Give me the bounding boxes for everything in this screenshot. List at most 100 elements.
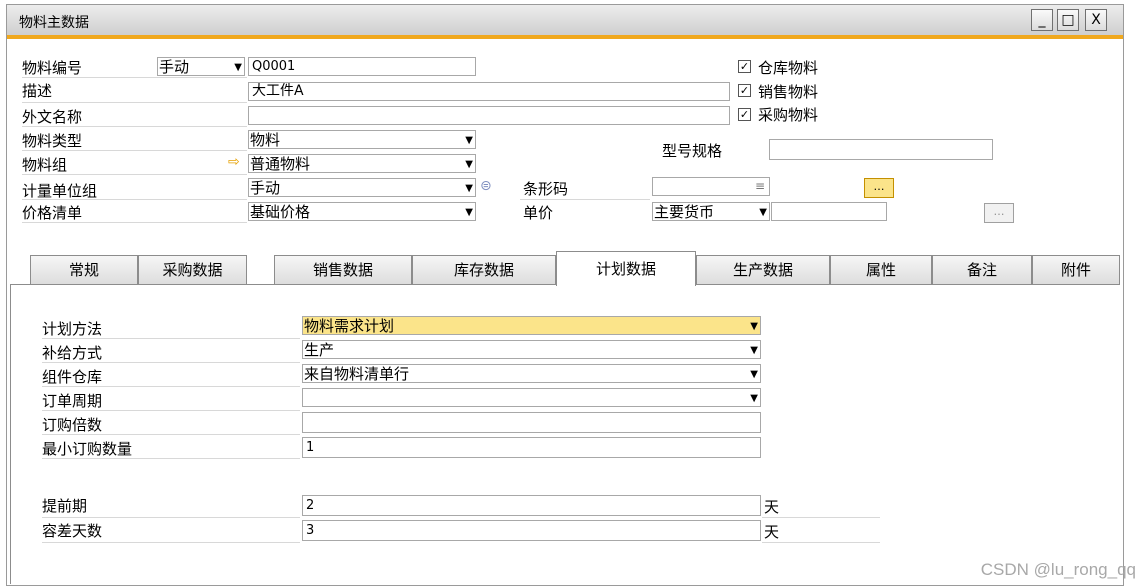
procurement-method-value: 生产 bbox=[304, 341, 335, 359]
divider bbox=[22, 126, 247, 127]
tolerance-days-field[interactable]: 3 bbox=[302, 520, 761, 541]
inventory-item-checkbox[interactable]: ✓ bbox=[738, 60, 751, 73]
price-list-select[interactable]: 基础价格 ▼ bbox=[248, 202, 476, 221]
close-button[interactable]: X bbox=[1085, 9, 1107, 31]
chevron-down-icon: ▼ bbox=[759, 207, 767, 218]
item-no-field[interactable]: Q0001 bbox=[248, 57, 476, 76]
divider bbox=[42, 542, 300, 543]
tab-planning[interactable]: 计划数据 bbox=[556, 251, 696, 286]
uom-group-label: 计量单位组 bbox=[22, 182, 98, 200]
unit-price-ellipsis-button[interactable]: … bbox=[984, 203, 1014, 223]
item-no-mode-value: 手动 bbox=[159, 58, 190, 76]
order-interval-label: 订单周期 bbox=[42, 392, 103, 410]
divider bbox=[22, 174, 247, 175]
divider bbox=[762, 517, 880, 518]
procurement-method-label: 补给方式 bbox=[42, 344, 103, 362]
lead-time-field[interactable]: 2 bbox=[302, 495, 761, 516]
planning-method-value: 物料需求计划 bbox=[304, 317, 395, 335]
unit-price-field[interactable] bbox=[771, 202, 887, 221]
item-group-select[interactable]: 普通物料 ▼ bbox=[248, 154, 476, 173]
divider bbox=[42, 410, 300, 411]
purchase-item-checkbox[interactable]: ✓ bbox=[738, 108, 751, 121]
barcode-label: 条形码 bbox=[523, 180, 569, 198]
item-type-select[interactable]: 物料 ▼ bbox=[248, 130, 476, 149]
component-warehouse-value: 来自物料清单行 bbox=[304, 365, 410, 383]
tab-inventory[interactable]: 库存数据 bbox=[412, 255, 556, 285]
min-order-qty-field[interactable]: 1 bbox=[302, 437, 761, 458]
component-warehouse-select[interactable]: 来自物料清单行 ▼ bbox=[302, 364, 761, 383]
uom-group-value: 手动 bbox=[250, 179, 281, 197]
item-group-label: 物料组 bbox=[22, 156, 68, 174]
list-info-icon[interactable]: ⊜ bbox=[480, 178, 492, 194]
unit-price-currency-select[interactable]: 主要货币 ▼ bbox=[652, 202, 770, 221]
order-multiple-label: 订购倍数 bbox=[42, 416, 103, 434]
divider bbox=[22, 199, 247, 200]
divider bbox=[22, 222, 247, 223]
chevron-down-icon: ▼ bbox=[750, 345, 758, 356]
description-field[interactable]: 大工件A bbox=[248, 82, 730, 101]
divider bbox=[520, 199, 650, 200]
divider bbox=[762, 542, 880, 543]
foreign-name-label: 外文名称 bbox=[22, 108, 83, 126]
order-multiple-field[interactable] bbox=[302, 412, 761, 433]
maximize-button[interactable]: □ bbox=[1057, 9, 1079, 31]
procurement-method-select[interactable]: 生产 ▼ bbox=[302, 340, 761, 359]
divider bbox=[22, 102, 247, 103]
inventory-item-label: 仓库物料 bbox=[758, 59, 819, 77]
sales-item-checkbox[interactable]: ✓ bbox=[738, 84, 751, 97]
tab-production[interactable]: 生产数据 bbox=[696, 255, 830, 285]
description-label: 描述 bbox=[22, 82, 53, 100]
title-bar[interactable]: 物料主数据 _ □ X bbox=[7, 5, 1123, 39]
divider bbox=[42, 338, 300, 339]
tab-properties[interactable]: 属性 bbox=[830, 255, 932, 285]
planning-method-select[interactable]: 物料需求计划 ▼ bbox=[302, 316, 761, 335]
item-type-label: 物料类型 bbox=[22, 132, 83, 150]
tab-purchasing[interactable]: 采购数据 bbox=[138, 255, 247, 285]
window-title: 物料主数据 bbox=[19, 15, 89, 31]
unit-price-label: 单价 bbox=[523, 204, 554, 222]
tab-attachments[interactable]: 附件 bbox=[1032, 255, 1120, 285]
divider bbox=[42, 517, 300, 518]
purchase-item-label: 采购物料 bbox=[758, 106, 819, 124]
divider bbox=[22, 150, 247, 151]
lead-time-label: 提前期 bbox=[42, 497, 88, 515]
barcode-field[interactable]: ≡ bbox=[652, 177, 770, 196]
uom-group-select[interactable]: 手动 ▼ bbox=[248, 178, 476, 197]
divider bbox=[22, 77, 247, 78]
item-type-value: 物料 bbox=[250, 131, 281, 149]
foreign-name-field[interactable] bbox=[248, 106, 730, 125]
tolerance-days-label: 容差天数 bbox=[42, 522, 103, 540]
chevron-down-icon: ▼ bbox=[750, 369, 758, 380]
chevron-down-icon: ▼ bbox=[465, 207, 473, 218]
planning-method-label: 计划方法 bbox=[42, 320, 103, 338]
chevron-down-icon: ▼ bbox=[465, 159, 473, 170]
minimize-button[interactable]: _ bbox=[1031, 9, 1053, 31]
divider bbox=[42, 434, 300, 435]
price-list-label: 价格清单 bbox=[22, 204, 83, 222]
tab-remarks[interactable]: 备注 bbox=[932, 255, 1032, 285]
chevron-down-icon: ▼ bbox=[234, 62, 242, 73]
divider bbox=[42, 386, 300, 387]
item-no-mode-select[interactable]: 手动 ▼ bbox=[157, 57, 245, 76]
component-warehouse-label: 组件仓库 bbox=[42, 368, 103, 386]
chevron-down-icon: ▼ bbox=[465, 135, 473, 146]
divider bbox=[42, 458, 300, 459]
item-group-value: 普通物料 bbox=[250, 155, 311, 173]
link-arrow-icon[interactable]: ⇨ bbox=[228, 154, 240, 170]
chevron-down-icon: ▼ bbox=[465, 183, 473, 194]
tab-general[interactable]: 常规 bbox=[30, 255, 138, 285]
chevron-down-icon: ▼ bbox=[750, 393, 758, 404]
watermark: CSDN @lu_rong_qq bbox=[980, 560, 1136, 579]
tolerance-days-unit: 天 bbox=[764, 523, 780, 541]
price-list-value: 基础价格 bbox=[250, 203, 311, 221]
sales-item-label: 销售物料 bbox=[758, 83, 819, 101]
tab-sales[interactable]: 销售数据 bbox=[274, 255, 412, 285]
order-interval-select[interactable]: ▼ bbox=[302, 388, 761, 407]
barcode-ellipsis-button[interactable]: … bbox=[864, 178, 894, 198]
min-order-qty-label: 最小订购数量 bbox=[42, 440, 133, 458]
divider bbox=[42, 362, 300, 363]
chevron-down-icon: ▼ bbox=[750, 321, 758, 332]
unit-price-currency-value: 主要货币 bbox=[654, 203, 715, 221]
model-spec-label: 型号规格 bbox=[662, 142, 723, 160]
model-spec-field[interactable] bbox=[769, 139, 993, 160]
